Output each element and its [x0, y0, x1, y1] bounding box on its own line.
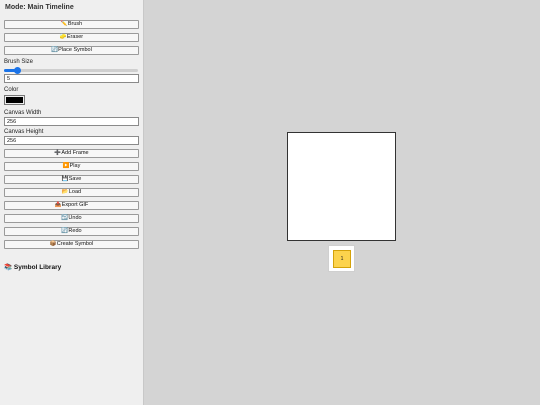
canvas-width-input[interactable]: 256 — [4, 117, 139, 126]
brush-icon: ✏️ — [60, 20, 68, 27]
eraser-button[interactable]: 🧽 Eraser — [4, 33, 139, 42]
brush-button[interactable]: ✏️ Brush — [4, 20, 139, 29]
floppy-disk-icon: 💾 — [61, 175, 69, 182]
brush-label: Brush — [67, 20, 83, 27]
add-frame-button[interactable]: ➕ Add Frame — [4, 149, 139, 158]
color-label: Color — [4, 87, 19, 93]
brush-size-input[interactable]: 5 — [4, 74, 139, 83]
sidebar: Mode: Main Timeline ✏️ Brush 🧽 Eraser 🔄 … — [0, 0, 144, 405]
export-icon: 📤 — [54, 201, 62, 208]
load-label: Load — [68, 188, 82, 195]
frame-thumbnail[interactable]: 1 — [333, 250, 351, 268]
eraser-label: Eraser — [66, 33, 84, 40]
frame-number: 1 — [340, 256, 344, 262]
plus-icon: ➕ — [54, 149, 62, 156]
folder-icon: 📂 — [61, 188, 69, 195]
slider-thumb[interactable] — [14, 67, 22, 74]
save-label: Save — [68, 175, 82, 182]
books-icon: 📚 — [4, 264, 13, 271]
canvas-height-input[interactable]: 256 — [4, 136, 139, 145]
place-symbol-icon: 🔄 — [51, 46, 59, 53]
create-symbol-button[interactable]: 📦 Create Symbol — [4, 240, 139, 249]
undo-button[interactable]: ↩️ Undo — [4, 214, 139, 223]
place-symbol-button[interactable]: 🔄 Place Symbol — [4, 46, 139, 55]
create-symbol-label: Create Symbol — [56, 240, 94, 247]
color-picker[interactable] — [4, 95, 25, 105]
frame-timeline: 1 — [328, 245, 355, 272]
load-button[interactable]: 📂 Load — [4, 188, 139, 197]
export-gif-label: Export GIF — [61, 201, 89, 208]
redo-label: Redo — [68, 227, 82, 234]
redo-button[interactable]: 🔄 Redo — [4, 227, 139, 236]
undo-label: Undo — [68, 214, 82, 221]
symbol-library-label: Symbol Library — [13, 264, 62, 271]
save-button[interactable]: 💾 Save — [4, 175, 139, 184]
play-button[interactable]: ▶️ Play — [4, 162, 139, 171]
brush-size-slider[interactable] — [4, 67, 138, 74]
symbol-library-title: 📚 Symbol Library — [4, 263, 61, 271]
place-symbol-label: Place Symbol — [58, 46, 92, 53]
brush-size-label: Brush Size — [4, 59, 34, 65]
export-gif-button[interactable]: 📤 Export GIF — [4, 201, 139, 210]
canvas-height-label: Canvas Height — [4, 129, 44, 135]
play-label: Play — [69, 162, 81, 169]
undo-icon: ↩️ — [61, 214, 69, 221]
package-icon: 📦 — [49, 240, 57, 247]
add-frame-label: Add Frame — [61, 149, 89, 156]
redo-icon: 🔄 — [61, 227, 69, 234]
play-icon: ▶️ — [62, 162, 70, 169]
drawing-canvas[interactable] — [287, 132, 396, 241]
canvas-width-label: Canvas Width — [4, 110, 42, 116]
eraser-icon: 🧽 — [59, 33, 67, 40]
color-swatch-fill — [6, 97, 23, 103]
mode-title: Mode: Main Timeline — [5, 4, 74, 11]
